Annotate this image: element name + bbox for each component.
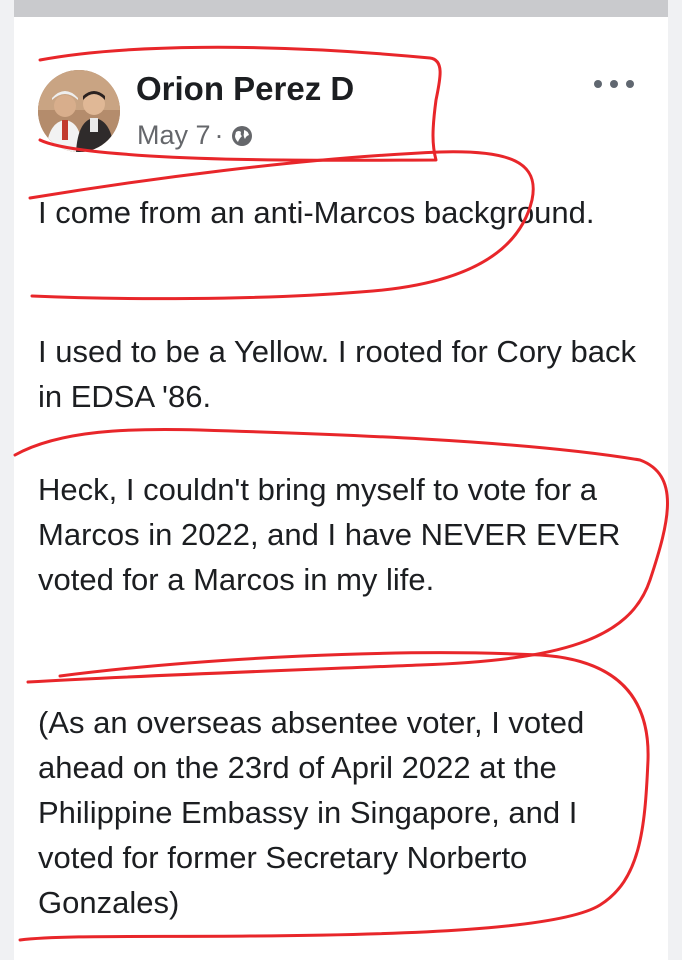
avatar-photo — [38, 70, 120, 152]
post-paragraph-4: (As an overseas absentee voter, I voted … — [38, 705, 585, 920]
page-margin-left — [0, 0, 14, 960]
page-margin-right — [668, 0, 682, 960]
post-date[interactable]: May 7 — [137, 120, 211, 151]
meta-separator: · — [214, 120, 224, 150]
more-options-icon[interactable] — [594, 70, 634, 98]
top-divider-bar — [14, 0, 668, 17]
author-avatar[interactable] — [38, 70, 120, 152]
more-dot — [610, 80, 618, 88]
post-paragraph-2: I used to be a Yellow. I rooted for Cory… — [38, 334, 636, 414]
globe-icon[interactable] — [230, 124, 254, 148]
post-paragraph-3: Heck, I couldn't bring myself to vote fo… — [38, 472, 621, 597]
author-name[interactable]: Orion Perez D — [136, 70, 354, 108]
more-dot — [626, 80, 634, 88]
post-meta: May 7 · — [137, 120, 254, 151]
post-paragraph-1: I come from an anti-Marcos background. — [38, 195, 595, 230]
more-dot — [594, 80, 602, 88]
